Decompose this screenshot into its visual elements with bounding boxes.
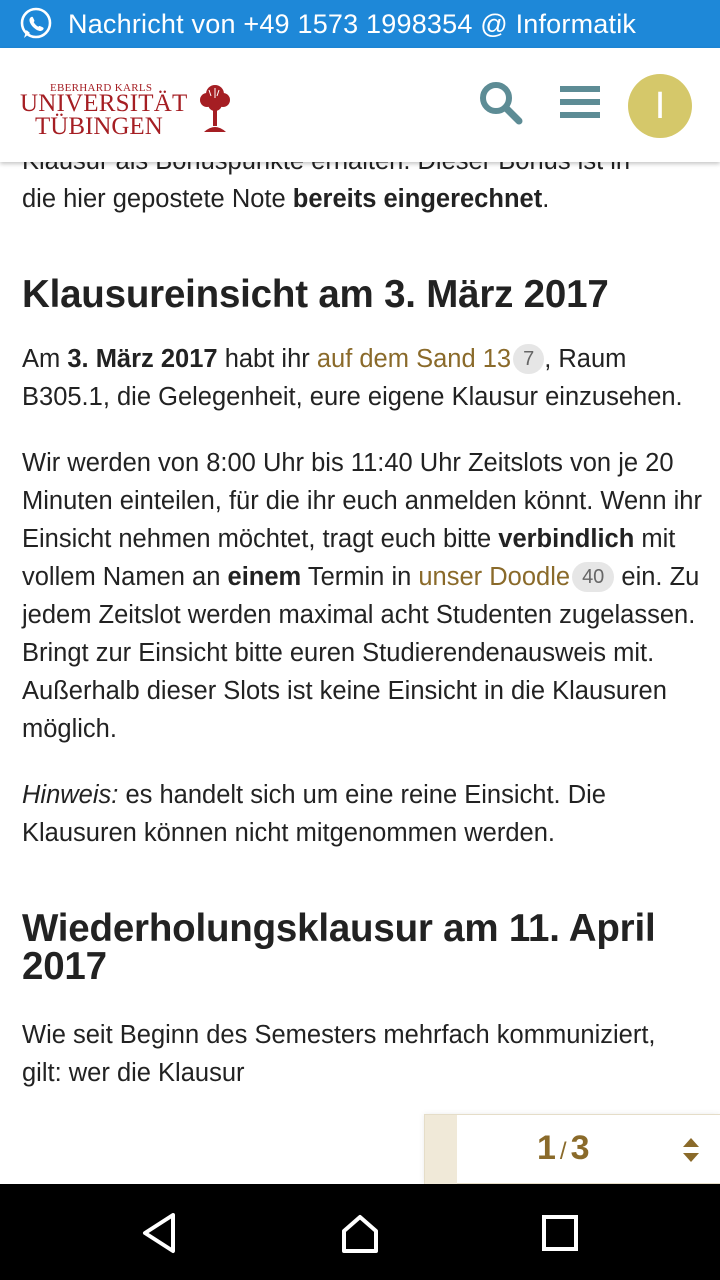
user-avatar[interactable]: I (628, 74, 692, 138)
search-icon (480, 82, 523, 125)
back-button[interactable] (134, 1208, 184, 1258)
current-post-number: 1 (537, 1129, 556, 1167)
menu-button[interactable] (552, 74, 608, 130)
intro-paragraph: die hier gepostete Note bereits eingerec… (22, 180, 702, 218)
text-span: Am (22, 345, 68, 373)
link-click-count-badge: 40 (572, 562, 615, 592)
link-auf-dem-sand[interactable]: auf dem Sand 13 (317, 345, 511, 373)
whatsapp-icon (20, 7, 52, 39)
text-span: habt ihr (217, 345, 317, 373)
recent-apps-button[interactable] (535, 1208, 585, 1258)
bold-einem: einem (227, 563, 302, 591)
paragraph-hinweis: Hinweis: es handelt sich um eine reine E… (22, 776, 702, 852)
progress-bar-track (425, 1115, 457, 1185)
home-button[interactable] (335, 1208, 385, 1258)
android-navigation-bar (0, 1184, 720, 1280)
post-position-counter: 1/3 (537, 1129, 590, 1168)
link-unser-doodle[interactable]: unser Doodle (418, 563, 570, 591)
notification-bar[interactable]: Nachricht von +49 1573 1998354 @ Informa… (0, 0, 720, 48)
search-button[interactable] (472, 74, 528, 130)
site-header: EBERHARD KARLS UNIVERSITÄT TÜBINGEN I (0, 48, 720, 162)
expand-timeline-icon[interactable] (681, 1135, 701, 1165)
back-triangle-icon (143, 1213, 175, 1253)
topic-progress-widget[interactable]: 1/3 (424, 1114, 720, 1185)
link-click-count-badge: 7 (513, 344, 545, 374)
hamburger-menu-icon (560, 86, 600, 118)
logo-line-3: TÜBINGEN (35, 113, 163, 140)
recent-apps-icon (542, 1215, 578, 1251)
intro-bold: bereits eingerechnet (292, 185, 543, 213)
heading-klausureinsicht: Klausureinsicht am 3. März 2017 (22, 273, 609, 316)
notification-text: Nachricht von +49 1573 1998354 @ Informa… (68, 8, 637, 39)
hinweis-label: Hinweis: (22, 781, 119, 809)
paragraph-zeitslots: Wir werden von 8:00 Uhr bis 11:40 Uhr Ze… (22, 444, 702, 748)
intro-end: . (542, 185, 550, 213)
post-content: die hier gepostete Note bereits eingerec… (22, 162, 702, 1120)
home-icon (342, 1215, 378, 1253)
counter-separator: / (559, 1138, 567, 1165)
bold-verbindlich: verbindlich (498, 525, 635, 553)
palm-tree-logo-icon (200, 85, 230, 132)
heading-wiederholungsklausur: Wiederholungsklausur am 11. April 2017 (22, 907, 656, 988)
text-span: Termin in (301, 563, 419, 591)
total-post-count: 3 (570, 1129, 590, 1167)
intro-text: die hier gepostete Note (22, 185, 293, 213)
paragraph-wiederholung: Wie seit Beginn des Semesters mehrfach k… (22, 1021, 656, 1087)
university-logo[interactable]: EBERHARD KARLS UNIVERSITÄT TÜBINGEN (20, 78, 240, 140)
avatar-letter: I (654, 84, 666, 127)
paragraph-date-room: Am 3. März 2017 habt ihr auf dem Sand 13… (22, 340, 702, 416)
bold-date: 3. März 2017 (67, 345, 218, 373)
